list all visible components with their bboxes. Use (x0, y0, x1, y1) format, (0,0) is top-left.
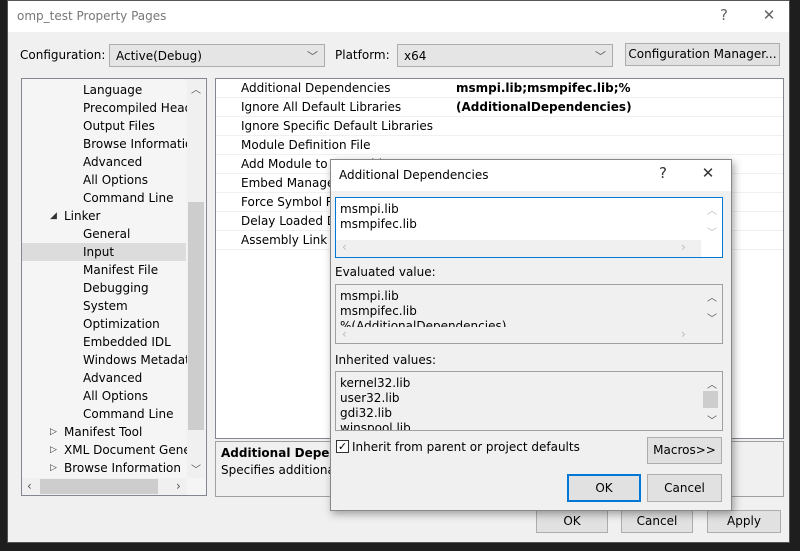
tree-item-label: Browse Information (83, 137, 200, 151)
property-name: Module Definition File (241, 138, 371, 152)
inherit-checkbox[interactable]: ✓ (336, 440, 349, 453)
configuration-value: Active(Debug) (116, 49, 202, 63)
inherited-label: Inherited values: (335, 353, 436, 367)
window-title: omp_test Property Pages (17, 9, 167, 23)
property-row[interactable]: Additional Dependencies msmpi.lib;msmpife… (216, 79, 783, 114)
apply-button[interactable]: Apply (707, 510, 781, 533)
tree-item-label: Linker (64, 209, 101, 223)
property-name: Additional Dependencies (241, 81, 391, 95)
property-name: Ignore All Default Libraries (241, 100, 402, 114)
scroll-down-icon[interactable]: ﹀ (191, 461, 201, 476)
tree-item-label: All Options (83, 389, 148, 403)
configuration-manager-button[interactable]: Configuration Manager... (625, 43, 780, 66)
tree-vertical-scrollbar[interactable]: ︿ ﹀ (187, 79, 205, 478)
tree-item-label: All Options (83, 173, 148, 187)
property-row[interactable]: Ignore Specific Default Libraries (216, 117, 783, 136)
scroll-down-icon[interactable]: ﹀ (703, 412, 721, 427)
platform-label: Platform: (335, 48, 390, 62)
scroll-left-icon[interactable]: ‹ (342, 327, 347, 341)
expanded-arrow-icon[interactable]: ◢ (50, 207, 57, 225)
tree-item-label: Optimization (83, 317, 160, 331)
line: %(AdditionalDependencies) (340, 319, 507, 327)
tree-item[interactable]: Input (22, 243, 186, 261)
dependencies-edit-box[interactable]: msmpi.lib msmpifec.lib ︿ ﹀ ‹ › (335, 197, 723, 258)
evaluated-lines: msmpi.lib msmpifec.lib %(AdditionalDepende… (336, 285, 701, 327)
configuration-select[interactable]: Active(Debug) ﹀ (109, 44, 325, 67)
tree-item-label: Advanced (83, 371, 143, 385)
scroll-right-icon[interactable]: › (681, 240, 686, 254)
configuration-label: Configuration: (20, 48, 106, 62)
macros-button[interactable]: Macros>> (647, 437, 722, 464)
platform-select[interactable]: x64 ﹀ (397, 44, 613, 67)
dialog-title: Additional Dependencies (339, 168, 489, 182)
scroll-up-icon[interactable]: ︿ (191, 81, 201, 96)
close-button[interactable]: ✕ (758, 6, 780, 26)
property-row[interactable]: Module Definition File (216, 136, 783, 155)
scroll-down-icon[interactable]: ﹀ (703, 310, 721, 325)
line: msmpifec.lib (340, 217, 417, 231)
additional-dependencies-dialog: Additional Dependencies ? ✕ msmpi.lib msm… (330, 159, 732, 511)
scroll-left-icon[interactable]: ‹ (27, 479, 32, 493)
tree-item-label: Precompiled Heade (83, 101, 200, 115)
title-bar: omp_test Property Pages ? ✕ (8, 1, 789, 32)
dialog-close-button[interactable]: ✕ (697, 164, 719, 184)
inherited-lines: kernel32.lib user32.lib gdi32.lib winspool.… (336, 372, 701, 430)
dialog-cancel-button[interactable]: Cancel (647, 474, 722, 502)
tree-item-label: Output Files (83, 119, 155, 133)
line: user32.lib (340, 391, 400, 405)
tree-item-label: Language (83, 83, 143, 97)
line: msmpifec.lib (340, 304, 417, 318)
tree-item-label: Embedded IDL (83, 335, 171, 349)
tree-item-label: Manifest Tool (64, 425, 143, 439)
line: kernel32.lib (340, 376, 411, 390)
inherit-checkbox-label[interactable]: Inherit from parent or project defaults (352, 440, 580, 454)
ok-button[interactable]: OK (536, 510, 608, 533)
tree-item-label: Input (83, 245, 115, 259)
dialog-ok-button[interactable]: OK (567, 474, 641, 502)
edit-lines[interactable]: msmpi.lib msmpifec.lib (336, 198, 701, 240)
chevron-down-icon: ﹀ (307, 50, 318, 63)
dialog-title-bar: Additional Dependencies ? ✕ (331, 160, 731, 191)
platform-value: x64 (404, 49, 427, 63)
tree-item-label: Browse Information (64, 461, 181, 475)
scroll-up-icon[interactable]: ︿ (703, 202, 721, 217)
help-button[interactable]: ? (713, 6, 735, 26)
scroll-down-icon[interactable]: ﹀ (703, 224, 721, 239)
line: gdi32.lib (340, 406, 392, 420)
tree-horizontal-scrollbar[interactable]: ‹ › (22, 478, 187, 495)
collapsed-arrow-icon[interactable]: ▷ (50, 423, 57, 441)
inherited-box: kernel32.lib user32.lib gdi32.lib winspool.… (335, 371, 723, 431)
line: msmpi.lib (340, 202, 399, 216)
scrollbar-thumb[interactable] (40, 479, 158, 494)
scrollbar-thumb[interactable] (188, 202, 204, 430)
tree-item-label: System (83, 299, 128, 313)
tree-item-label: Manifest File (83, 263, 159, 277)
scroll-up-icon[interactable]: ︿ (703, 289, 721, 304)
scroll-right-icon[interactable]: › (176, 479, 181, 493)
scroll-up-icon[interactable]: ︿ (703, 376, 721, 391)
tree-item-label: Debugging (83, 281, 149, 295)
scrollbar-thumb[interactable] (703, 391, 718, 408)
cancel-button[interactable]: Cancel (621, 510, 693, 533)
tree-item-label: Command Line (83, 191, 174, 205)
tree-item-label: XML Document Genera (64, 443, 204, 457)
property-name: Ignore Specific Default Libraries (241, 119, 433, 133)
dialog-help-button[interactable]: ? (652, 164, 674, 184)
scroll-left-icon[interactable]: ‹ (342, 240, 347, 254)
property-row[interactable]: Ignore All Default Libraries (216, 98, 783, 117)
collapsed-arrow-icon[interactable]: ▷ (50, 459, 57, 477)
line: msmpi.lib (340, 289, 399, 303)
tree-item-label: General (83, 227, 131, 241)
property-tree: Language Precompiled Heade Output Files Bro… (21, 78, 207, 496)
tree-item-label: Windows Metadata (83, 353, 198, 367)
horizontal-scrollbar[interactable]: ‹ › (336, 240, 701, 257)
scroll-right-icon[interactable]: › (681, 327, 686, 341)
tree-item-label: Command Line (83, 407, 174, 421)
evaluated-label: Evaluated value: (335, 265, 436, 279)
tree-item-label: Advanced (83, 155, 143, 169)
line: winspool.lib (340, 421, 411, 430)
evaluated-box: msmpi.lib msmpifec.lib %(AdditionalDepende… (335, 284, 723, 344)
chevron-down-icon: ﹀ (595, 50, 606, 63)
collapsed-arrow-icon[interactable]: ▷ (50, 441, 57, 459)
